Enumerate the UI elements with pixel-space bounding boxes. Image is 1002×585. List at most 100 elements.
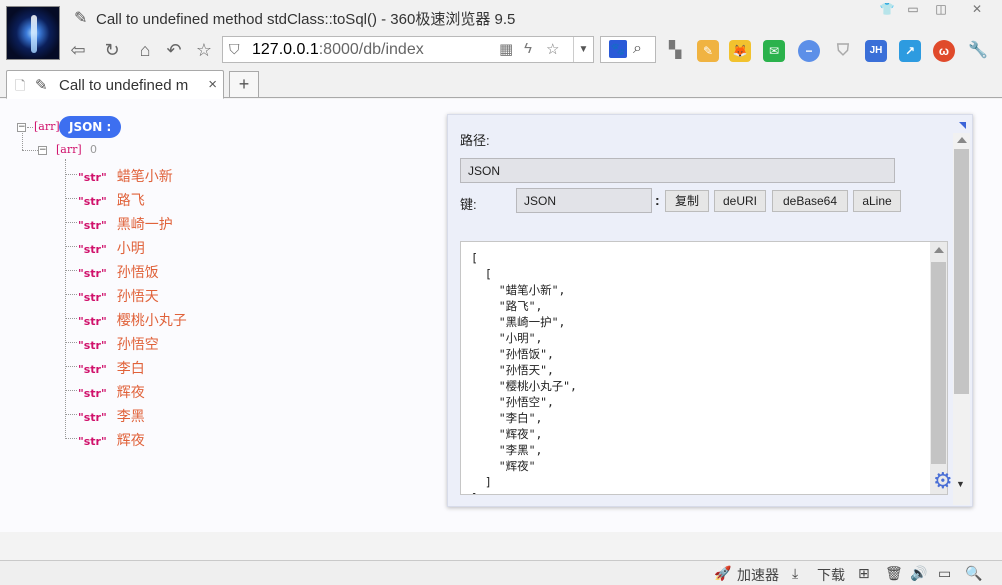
tree-connector xyxy=(65,246,77,247)
search-engine-box[interactable]: 🐾 ⌕ xyxy=(600,36,656,63)
title-bar: ✎ Call to undefined method stdClass::toS… xyxy=(0,0,1002,60)
tree-connector xyxy=(65,438,77,439)
tree-item-type: "str" xyxy=(78,171,107,184)
navigation-toolbar: ⇦ ↻ ⌂ ↶ ☆ ⛉ 127.0.0.1:8000/db/index ▦ ϟ … xyxy=(0,34,1002,68)
tree-item[interactable]: "str" 李白 xyxy=(78,358,145,378)
tree-item[interactable]: "str" 樱桃小丸子 xyxy=(78,310,187,330)
security-shield-icon: ⛉ xyxy=(229,41,240,57)
panel-corner-marker[interactable] xyxy=(959,122,966,129)
panel-scrollbar[interactable] xyxy=(953,133,970,505)
wechat-icon[interactable]: ✉ xyxy=(763,40,785,62)
chevron-down-icon[interactable]: ▼ xyxy=(956,479,965,489)
tree-item-type: "str" xyxy=(78,195,107,208)
tree-item-value: 樱桃小丸子 xyxy=(116,313,187,329)
trash-icon[interactable]: 🗑 xyxy=(885,565,903,582)
tree-item[interactable]: "str" 孙悟饭 xyxy=(78,262,159,282)
extension-pencil-icon[interactable]: ✎ xyxy=(697,40,719,62)
tree-connector xyxy=(65,198,77,199)
key-input[interactable]: JSON xyxy=(516,188,652,213)
path-input[interactable]: JSON xyxy=(460,158,895,183)
tab-active[interactable]: 🗋 ✎ Call to undefined m × xyxy=(6,70,224,99)
back-icon[interactable]: ⇦ xyxy=(66,38,90,62)
address-bar[interactable]: ⛉ 127.0.0.1:8000/db/index ▦ ϟ ☆ ▼ xyxy=(222,36,594,63)
tree-item[interactable]: "str" 辉夜 xyxy=(78,430,145,450)
scroll-up-icon[interactable] xyxy=(934,247,944,253)
search-icon[interactable]: ⌕ xyxy=(633,40,642,58)
tree-item[interactable]: "str" 李黑 xyxy=(78,406,145,426)
tree-connector xyxy=(65,159,66,439)
gear-icon[interactable]: ⚙ xyxy=(933,468,953,494)
baidu-paw-icon[interactable]: 🐾 xyxy=(609,40,627,58)
text-area-scrollbar[interactable] xyxy=(930,242,947,494)
undo-close-icon[interactable]: ↶ xyxy=(162,38,186,62)
extension-jh-icon[interactable]: JH xyxy=(865,40,887,62)
accelerator-icon[interactable]: 🚀 xyxy=(714,565,731,582)
minimize-button[interactable]: ▭ xyxy=(902,1,924,18)
download-label[interactable]: 下载 xyxy=(817,565,845,585)
tab-favicon-icon: ✎ xyxy=(35,77,48,94)
qr-code-icon[interactable]: ▦ xyxy=(499,40,513,58)
scrollbar-thumb[interactable] xyxy=(954,149,969,394)
tree-item-type: "str" xyxy=(78,219,107,232)
download-icon[interactable]: ⤓ xyxy=(792,565,798,582)
tab-label: Call to undefined m xyxy=(59,77,189,94)
window-icon[interactable]: ▭ xyxy=(938,565,951,582)
close-tab-icon[interactable]: × xyxy=(208,76,217,93)
tree-item-value: 辉夜 xyxy=(116,385,145,401)
accelerator-label[interactable]: 加速器 xyxy=(737,565,779,585)
key-label: 键: xyxy=(460,197,477,212)
settings-wrench-icon[interactable]: 🔧 xyxy=(967,40,989,62)
weibo-icon[interactable]: ω xyxy=(933,40,955,62)
tree-item-value: 孙悟天 xyxy=(116,289,159,305)
new-tab-button[interactable]: + xyxy=(229,71,259,98)
extension-shield-icon[interactable]: ⛉ xyxy=(832,40,854,62)
extension-minus-icon[interactable]: − xyxy=(798,40,820,62)
tree-item[interactable]: "str" 蜡笔小新 xyxy=(78,166,173,186)
tree-item-value: 蜡笔小新 xyxy=(116,169,173,185)
reload-icon[interactable]: ↻ xyxy=(100,38,124,62)
window-title: Call to undefined method stdClass::toSql… xyxy=(96,11,516,28)
tree-item[interactable]: "str" 辉夜 xyxy=(78,382,145,402)
root-node-label[interactable]: JSON : xyxy=(59,116,122,138)
restore-button[interactable]: ◫ xyxy=(930,1,952,18)
tree-connector xyxy=(65,366,77,367)
json-text-area[interactable]: [ [ "蜡笔小新", "路飞", "黑崎一护", "小明", "孙悟饭", "… xyxy=(460,241,948,495)
scrollbar-thumb[interactable] xyxy=(931,262,946,464)
volume-icon[interactable]: 🔊 xyxy=(910,565,927,582)
home-icon[interactable]: ⌂ xyxy=(133,38,157,62)
url-text[interactable]: 127.0.0.1:8000/db/index xyxy=(252,41,424,59)
tree-item-type: "str" xyxy=(78,315,107,328)
collapse-child-icon[interactable]: − xyxy=(38,146,47,155)
tree-item[interactable]: "str" 小明 xyxy=(78,238,145,258)
extension-arrow-icon[interactable]: ↗ xyxy=(899,40,921,62)
deuri-button[interactable]: deURI xyxy=(714,190,766,212)
scroll-up-icon[interactable] xyxy=(957,137,967,143)
tree-item[interactable]: "str" 孙悟空 xyxy=(78,334,159,354)
copy-button[interactable]: 复制 xyxy=(665,190,709,212)
aline-button[interactable]: aLine xyxy=(853,190,901,212)
tree-item-value: 路飞 xyxy=(116,193,145,209)
tree-item-type: "str" xyxy=(78,339,107,352)
tree-item[interactable]: "str" 黑崎一护 xyxy=(78,214,173,234)
debase64-button[interactable]: deBase64 xyxy=(772,190,848,212)
extension-fox-icon[interactable]: 🦊 xyxy=(729,40,751,62)
tree-connector xyxy=(65,294,77,295)
add-icon[interactable]: ⊞ xyxy=(858,565,870,582)
tree-item[interactable]: "str" 孙悟天 xyxy=(78,286,159,306)
lightning-icon[interactable]: ϟ xyxy=(524,40,532,57)
tree-connector xyxy=(22,133,23,150)
skin-icon[interactable]: 👕 xyxy=(876,1,898,18)
bookmark-star-icon[interactable]: ☆ xyxy=(546,40,559,58)
page-content: − [arr] JSON : − [arr] 0 "str" 蜡笔小新 "str" 路… xyxy=(0,99,1002,532)
tree-item-value: 孙悟饭 xyxy=(116,265,159,281)
zoom-icon[interactable]: 🔍 xyxy=(965,565,982,582)
app-logo[interactable] xyxy=(6,6,60,60)
close-button[interactable]: ✕ xyxy=(966,1,988,18)
page-icon: 🗋 xyxy=(15,78,26,93)
favorite-star-icon[interactable]: ☆ xyxy=(192,38,216,62)
apps-grid-icon[interactable]: ▚ xyxy=(664,40,686,62)
collapse-root-icon[interactable]: − xyxy=(17,123,26,132)
tree-item[interactable]: "str" 路飞 xyxy=(78,190,145,210)
tree-item-value: 孙悟空 xyxy=(116,337,159,353)
address-dropdown-icon[interactable]: ▼ xyxy=(573,37,593,62)
